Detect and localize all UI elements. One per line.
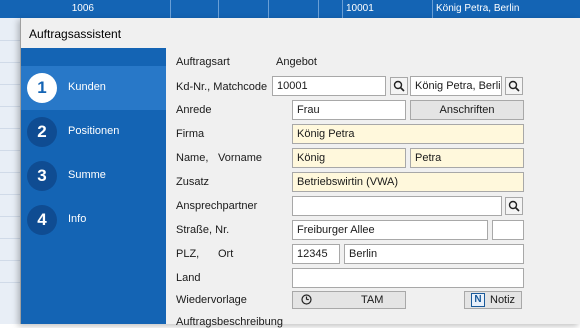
ansprechpartner-input[interactable] xyxy=(292,196,502,216)
background-cell-id: 1006 xyxy=(71,3,94,14)
background-cell xyxy=(170,0,218,18)
matchcode-search-button[interactable] xyxy=(505,77,523,95)
background-cell xyxy=(218,0,268,18)
anrede-input[interactable]: Frau xyxy=(292,100,406,120)
order-wizard-dialog: Auftragsassistent 1 Kunden 2 Positionen … xyxy=(20,18,580,328)
clock-icon xyxy=(301,294,312,310)
ort-input[interactable]: Berlin xyxy=(344,244,524,264)
zusatz-input[interactable]: Betriebswirtin (VWA) xyxy=(292,172,524,192)
hausnummer-input[interactable] xyxy=(492,220,524,240)
anschriften-button[interactable]: Anschriften xyxy=(410,100,524,120)
step-number: 2 xyxy=(27,117,57,147)
auftragsart-value: Angebot xyxy=(276,56,317,68)
step-label: Info xyxy=(68,213,87,225)
vorname-input[interactable]: Petra xyxy=(410,148,524,168)
wiedervorlage-label: Wiedervorlage xyxy=(176,294,247,306)
kdnr-input[interactable]: 10001 xyxy=(272,76,386,96)
background-cell xyxy=(318,0,342,18)
background-table-row: 1006 10001 König Petra, Berlin xyxy=(0,0,580,18)
step-number: 4 xyxy=(27,205,57,235)
wizard-steps: 1 Kunden 2 Positionen 3 Summe 4 Info xyxy=(21,48,166,324)
anrede-label: Anrede xyxy=(176,104,212,116)
name-label: Name, xyxy=(176,152,209,164)
notiz-button-label: Notiz xyxy=(490,294,516,306)
plz-input[interactable]: 12345 xyxy=(292,244,340,264)
step-kunden[interactable]: 1 Kunden xyxy=(21,66,166,110)
note-icon: N xyxy=(471,293,485,307)
tam-button[interactable]: TAM xyxy=(292,291,406,309)
strasse-label: Straße, Nr. xyxy=(176,224,230,236)
customer-form: Auftragsart Angebot Kd-Nr., Matchcode 10… xyxy=(166,48,580,328)
step-label: Positionen xyxy=(68,125,120,137)
dialog-title-bar: Auftragsassistent xyxy=(21,18,580,48)
land-input[interactable] xyxy=(292,268,524,288)
vorname-label: Vorname xyxy=(218,152,263,164)
step-positionen[interactable]: 2 Positionen xyxy=(21,110,166,154)
auftragsbeschreibung-label: Auftragsbeschreibung xyxy=(176,316,284,328)
land-label: Land xyxy=(176,272,201,284)
ansprechpartner-label: Ansprechpartner xyxy=(176,200,258,212)
firma-input[interactable]: König Petra xyxy=(292,124,524,144)
search-icon xyxy=(508,200,520,212)
kdnr-search-button[interactable] xyxy=(390,77,408,95)
step-number: 3 xyxy=(27,161,57,191)
step-summe[interactable]: 3 Summe xyxy=(21,154,166,198)
firma-label: Firma xyxy=(176,128,205,140)
dialog-title: Auftragsassistent xyxy=(29,27,122,41)
ansprechpartner-search-button[interactable] xyxy=(505,197,523,215)
auftragsart-label: Auftragsart xyxy=(176,56,230,68)
matchcode-input[interactable]: König Petra, Berlin xyxy=(410,76,502,96)
zusatz-label: Zusatz xyxy=(176,176,210,188)
background-cell-kdnr: 10001 xyxy=(342,0,432,18)
ort-label: Ort xyxy=(218,248,234,260)
notiz-button[interactable]: N Notiz xyxy=(464,291,522,309)
step-info[interactable]: 4 Info xyxy=(21,198,166,242)
kdnr-label: Kd-Nr., Matchcode xyxy=(176,81,268,93)
search-icon xyxy=(508,80,520,92)
search-icon xyxy=(393,80,405,92)
tam-button-label: TAM xyxy=(361,294,384,306)
name-input[interactable]: König xyxy=(292,148,406,168)
background-cell xyxy=(268,0,318,18)
background-cell-name: König Petra, Berlin xyxy=(432,0,580,18)
step-label: Summe xyxy=(68,169,106,181)
background-grid xyxy=(0,18,20,324)
plz-label: PLZ, xyxy=(176,248,200,260)
step-label: Kunden xyxy=(68,81,106,93)
strasse-input[interactable]: Freiburger Allee xyxy=(292,220,488,240)
step-number: 1 xyxy=(27,73,57,103)
